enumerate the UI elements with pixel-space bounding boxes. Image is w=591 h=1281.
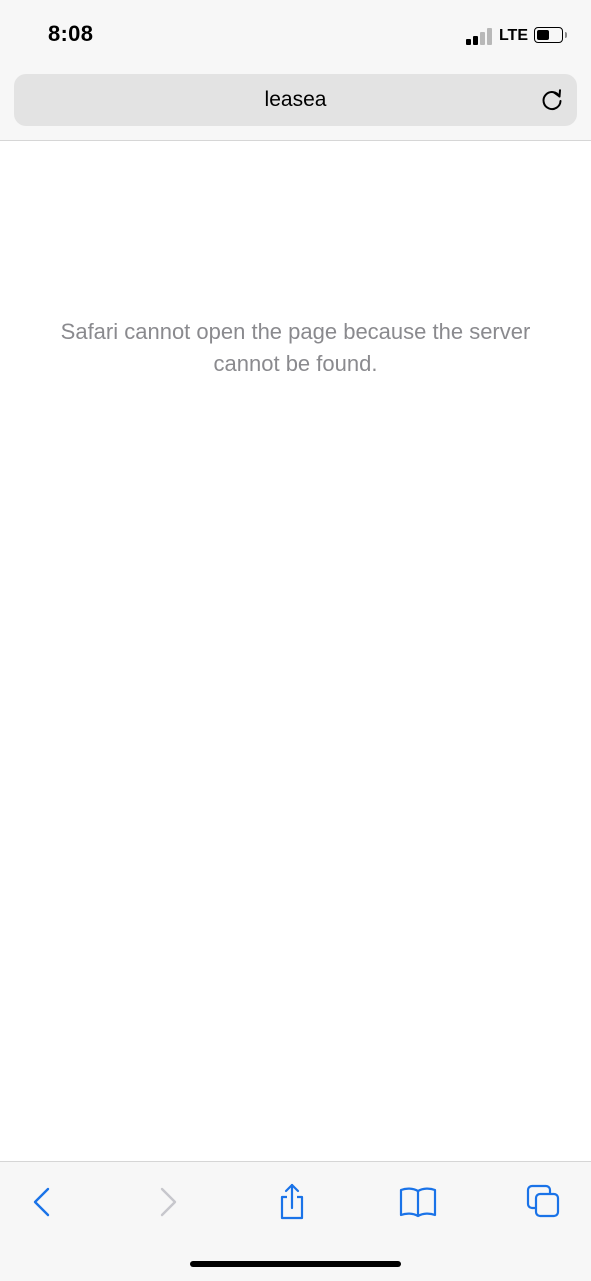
battery-cap bbox=[565, 32, 567, 38]
reload-icon[interactable] bbox=[539, 87, 565, 113]
address-text[interactable]: leasea bbox=[14, 74, 577, 126]
back-icon[interactable] bbox=[19, 1180, 63, 1224]
back-icon-graphic bbox=[33, 1187, 50, 1217]
bookmarks-icon[interactable] bbox=[396, 1180, 440, 1224]
signal-bar bbox=[479, 32, 485, 45]
status-indicators: LTE bbox=[465, 24, 567, 48]
battery-body bbox=[534, 27, 563, 43]
battery-level bbox=[537, 30, 549, 40]
network-type: LTE bbox=[498, 27, 528, 44]
signal-bar bbox=[472, 36, 478, 45]
browser-top-chrome: 8:08 LTE leasea bbox=[0, 0, 591, 141]
battery-icon bbox=[534, 27, 567, 45]
signal-bar bbox=[486, 28, 492, 45]
forward-icon-graphic bbox=[160, 1187, 177, 1217]
error-message: Safari cannot open the page because the … bbox=[60, 319, 531, 376]
address-bar[interactable]: leasea bbox=[14, 74, 577, 126]
forward-icon[interactable] bbox=[146, 1180, 190, 1224]
share-icon-graphic bbox=[280, 1183, 304, 1220]
share-icon[interactable] bbox=[270, 1180, 314, 1224]
status-time: 8:08 bbox=[48, 21, 94, 46]
bookmarks-icon-graphic bbox=[399, 1187, 437, 1218]
reload-icon-graphic bbox=[542, 89, 562, 110]
tabs-icon-graphic bbox=[526, 1184, 560, 1218]
signal-bar bbox=[465, 39, 471, 45]
tabs-icon[interactable] bbox=[521, 1180, 565, 1224]
home-indicator[interactable] bbox=[190, 1261, 401, 1267]
cellular-signal-icon bbox=[465, 27, 494, 45]
